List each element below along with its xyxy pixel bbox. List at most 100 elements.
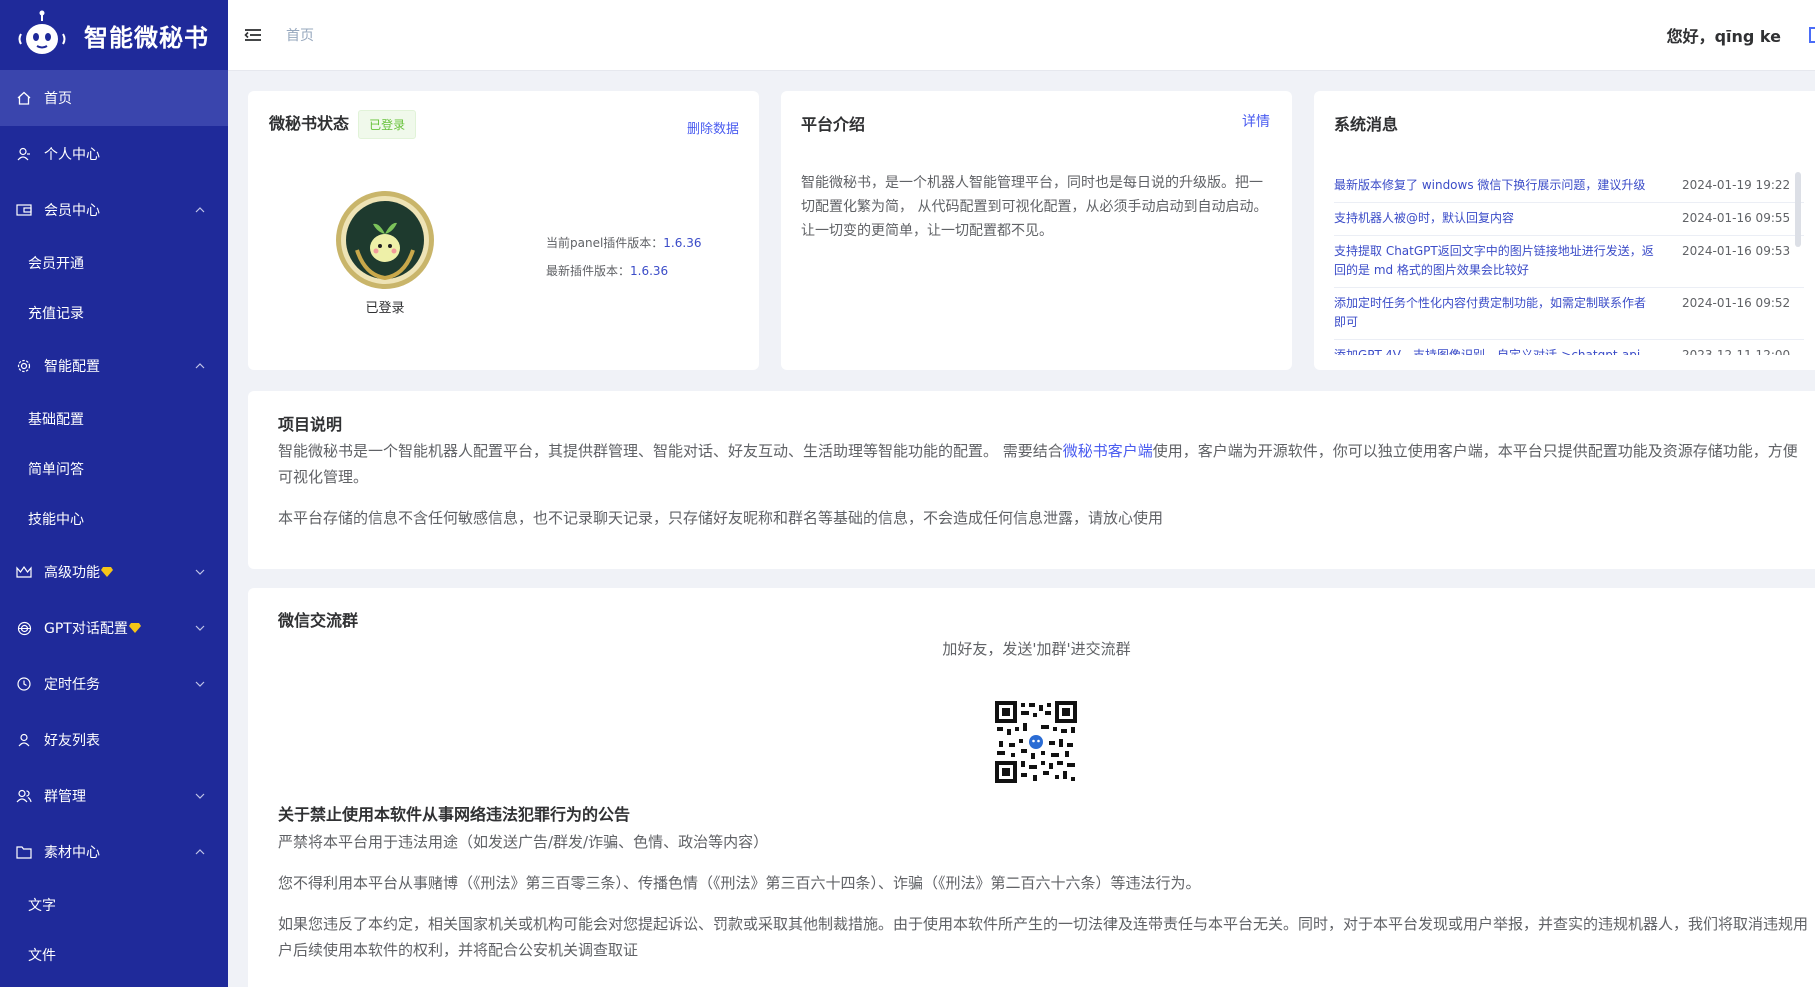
chevron-down-icon	[195, 625, 205, 631]
gear-icon	[16, 358, 32, 374]
latest-version-value: 1.6.36	[630, 264, 669, 278]
sidebar-item-label: 好友列表	[44, 733, 100, 749]
message-row[interactable]: 添加GPT-4V，支持图像识别，自定义对话->chatgpt-api版-> 20…	[1334, 340, 1804, 355]
notice-title: 关于禁止使用本软件从事网络违法犯罪行为的公告	[278, 805, 631, 824]
logo[interactable]: 智能微秘书	[0, 0, 228, 70]
sidebar-item-label: 定时任务	[44, 677, 100, 693]
chevron-up-icon	[195, 207, 205, 213]
user-greeting[interactable]: 您好，qīng ke	[1667, 23, 1781, 47]
sidebar-item-label: GPT对话配置	[44, 621, 128, 637]
wechat-subtitle: 加好友，发送'加群'进交流群	[942, 640, 1131, 658]
user-icon	[16, 146, 32, 162]
client-link[interactable]: 微秘书客户端	[1063, 442, 1153, 460]
diamond-icon	[101, 567, 113, 577]
chevron-down-icon	[195, 681, 205, 687]
menu-fold-icon[interactable]	[244, 27, 262, 43]
system-messages-card: 系统消息 最新版本修复了 windows 微信下换行展示问题，建议升级 2024…	[1314, 91, 1815, 370]
sidebar-item-friends[interactable]: 好友列表	[0, 712, 228, 768]
sidebar-item-profile[interactable]: 个人中心	[0, 126, 228, 182]
clock-icon	[16, 676, 32, 692]
project-text-before: 智能微秘书是一个智能机器人配置平台，其提供群管理、智能对话、好友互动、生活助理等…	[278, 442, 1063, 460]
sidebar-item-groups[interactable]: 群管理	[0, 768, 228, 824]
wallet-icon	[16, 202, 32, 218]
header-edge-icon[interactable]	[1809, 27, 1815, 43]
current-version-value: 1.6.36	[663, 236, 702, 250]
sidebar-item-label: 会员中心	[44, 203, 100, 219]
latest-version-label: 最新插件版本：	[546, 264, 631, 278]
sidebar-subitem-skill-center[interactable]: 技能中心	[0, 494, 228, 544]
message-row[interactable]: 最新版本修复了 windows 微信下换行展示问题，建议升级 2024-01-1…	[1334, 170, 1804, 203]
message-text[interactable]: 添加定时任务个性化内容付费定制功能，如需定制联系作者即可	[1334, 294, 1654, 332]
breadcrumb[interactable]: 首页	[286, 25, 314, 45]
intro-card: 平台介绍 详情 智能微秘书，是一个机器人智能管理平台，同时也是每日说的升级版。把…	[781, 91, 1292, 370]
diamond-icon	[128, 623, 141, 633]
avatar-caption: 已登录	[365, 301, 405, 316]
message-date: 2024-01-16 09:53	[1682, 244, 1791, 258]
intro-card-title: 平台介绍	[801, 115, 866, 134]
sidebar-item-label: 个人中心	[44, 147, 100, 163]
project-paragraph-2: 本平台存储的信息不含任何敏感信息，也不记录聊天记录，只存储好友昵称和群名等基础的…	[278, 509, 1164, 527]
message-text[interactable]: 支持提取 ChatGPT返回文字中的图片链接地址进行发送，返回的是 md 格式的…	[1334, 242, 1654, 280]
sidebar-item-materials[interactable]: 素材中心	[0, 824, 228, 880]
message-date: 2023-12-11 12:00	[1682, 348, 1791, 355]
message-row[interactable]: 支持机器人被@时，默认回复内容 2024-01-16 09:55	[1334, 203, 1804, 236]
chevron-up-icon	[195, 363, 205, 369]
sidebar-subitem-file[interactable]: 文件	[0, 930, 228, 980]
messages-card-title: 系统消息	[1334, 115, 1399, 134]
sidebar-item-advanced[interactable]: 高级功能	[0, 544, 228, 600]
intro-text: 智能微秘书，是一个机器人智能管理平台，同时也是每日说的升级版。把一切配置化繁为简…	[801, 175, 1268, 239]
sidebar-subitem-basic-config[interactable]: 基础配置	[0, 394, 228, 444]
sidebar: 智能微秘书 首页 个人中心 会员中心 会员开通 充值记录 智能配置 基础配置 简…	[0, 0, 228, 987]
chevron-down-icon	[195, 793, 205, 799]
sidebar-subitem-recharge-records[interactable]: 充值记录	[0, 288, 228, 338]
sidebar-item-label: 群管理	[44, 789, 86, 805]
sidebar-subitem-text[interactable]: 文字	[0, 880, 228, 930]
notice-paragraph-2: 您不得利用本平台从事赌博（《刑法》第三百零三条）、传播色情（《刑法》第三百六十四…	[278, 874, 1201, 892]
notice-paragraph-1: 严禁将本平台用于违法用途（如发送广告/群发/诈骗、色情、政治等内容）	[278, 833, 769, 851]
message-row[interactable]: 支持提取 ChatGPT返回文字中的图片链接地址进行发送，返回的是 md 格式的…	[1334, 236, 1804, 288]
top-header: 首页 您好，qīng ke	[228, 0, 1815, 71]
sidebar-item-smart-config[interactable]: 智能配置	[0, 338, 228, 394]
login-status-badge: 已登录	[358, 110, 417, 139]
group-icon	[16, 788, 32, 804]
person-icon	[16, 732, 32, 748]
messages-list[interactable]: 最新版本修复了 windows 微信下换行展示问题，建议升级 2024-01-1…	[1334, 170, 1804, 355]
sidebar-item-label: 首页	[44, 91, 72, 107]
latest-version-row: 最新插件版本：1.6.36	[546, 262, 668, 279]
sidebar-subitem-simple-qa[interactable]: 简单问答	[0, 444, 228, 494]
status-card: 微秘书状态 已登录 删除数据 已登录 当前panel插件版本：1.6.36 最新…	[248, 91, 759, 370]
crown-icon	[16, 564, 32, 580]
message-text[interactable]: 支持机器人被@时，默认回复内容	[1334, 209, 1654, 228]
project-description-card: 项目说明 智能微秘书是一个智能机器人配置平台，其提供群管理、智能对话、好友互动、…	[248, 391, 1815, 569]
sidebar-item-gpt-config[interactable]: GPT对话配置	[0, 600, 228, 656]
message-row[interactable]: 添加定时任务个性化内容付费定制功能，如需定制联系作者即可 2024-01-16 …	[1334, 288, 1804, 340]
robot-logo-icon	[16, 10, 68, 60]
current-version-label: 当前panel插件版本：	[546, 236, 664, 250]
wechat-qr-code	[995, 701, 1077, 783]
chevron-up-icon	[195, 849, 205, 855]
avatar	[335, 190, 435, 290]
message-text[interactable]: 添加GPT-4V，支持图像识别，自定义对话->chatgpt-api版->	[1334, 346, 1654, 355]
delete-data-link[interactable]: 删除数据	[687, 118, 739, 137]
app-title: 智能微秘书	[84, 23, 209, 52]
sidebar-item-scheduled-tasks[interactable]: 定时任务	[0, 656, 228, 712]
wechat-group-card: 微信交流群 加好友，发送'加群'进交流群 关于禁止使用本软件从事网络违法犯罪行为…	[248, 588, 1815, 987]
messages-scrollbar[interactable]	[1795, 172, 1801, 247]
notice-paragraph-3: 如果您违反了本约定，相关国家机关或机构可能会对您提起诉讼、罚款或采取其他制裁措施…	[278, 915, 1809, 959]
wechat-card-title: 微信交流群	[278, 611, 359, 630]
status-card-title: 微秘书状态	[269, 114, 350, 133]
sidebar-menu: 首页 个人中心 会员中心 会员开通 充值记录 智能配置 基础配置 简单问答 技能…	[0, 70, 228, 980]
project-paragraph-1: 智能微秘书是一个智能机器人配置平台，其提供群管理、智能对话、好友互动、生活助理等…	[278, 438, 1808, 490]
message-date: 2024-01-16 09:55	[1682, 211, 1791, 225]
sidebar-item-home[interactable]: 首页	[0, 70, 228, 126]
project-card-title: 项目说明	[278, 415, 343, 434]
sidebar-item-label: 高级功能	[44, 565, 100, 581]
current-version-row: 当前panel插件版本：1.6.36	[546, 234, 701, 251]
intro-detail-link[interactable]: 详情	[1242, 111, 1270, 131]
message-text[interactable]: 最新版本修复了 windows 微信下换行展示问题，建议升级	[1334, 176, 1654, 195]
sidebar-item-label: 素材中心	[44, 845, 100, 861]
sidebar-item-membership[interactable]: 会员中心	[0, 182, 228, 238]
message-date: 2024-01-16 09:52	[1682, 296, 1791, 310]
sidebar-subitem-membership-open[interactable]: 会员开通	[0, 238, 228, 288]
message-date: 2024-01-19 19:22	[1682, 178, 1791, 192]
